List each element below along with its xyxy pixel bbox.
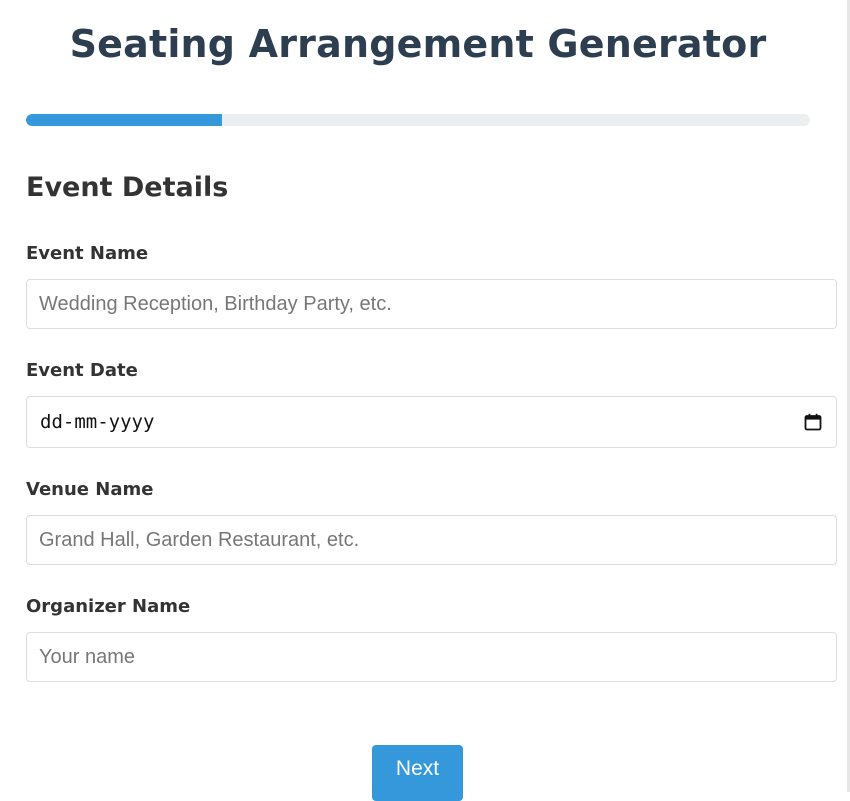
organizer-name-label: Organizer Name — [26, 596, 191, 617]
calendar-icon[interactable] — [804, 413, 822, 431]
page-title: Seating Arrangement Generator — [69, 22, 767, 66]
seating-form-page: Seating Arrangement Generator Event Deta… — [0, 0, 847, 801]
event-date-label: Event Date — [26, 360, 138, 381]
venue-name-label: Venue Name — [26, 479, 154, 500]
event-date-input[interactable]: dd-mm-yyyy — [26, 396, 837, 448]
progress-bar-fill — [26, 114, 222, 126]
event-date-value: dd-mm-yyyy — [40, 411, 155, 433]
next-button[interactable]: Next — [372, 745, 463, 801]
event-name-label: Event Name — [26, 243, 149, 264]
section-title: Event Details — [26, 172, 229, 203]
organizer-name-input[interactable] — [26, 632, 837, 682]
event-name-input[interactable] — [26, 279, 837, 329]
progress-bar — [26, 114, 810, 126]
venue-name-input[interactable] — [26, 515, 837, 565]
